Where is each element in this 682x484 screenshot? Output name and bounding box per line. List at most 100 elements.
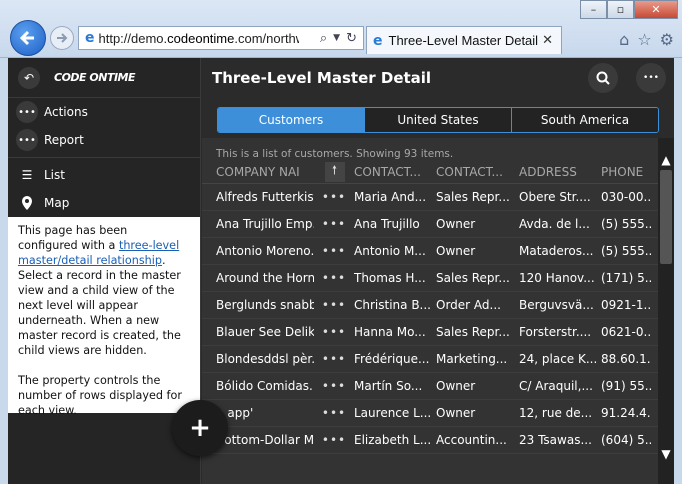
dropdown-icon[interactable]: ▼ xyxy=(333,33,340,43)
table-cell: Thomas H... xyxy=(354,271,426,285)
back-icon[interactable]: ↶ xyxy=(18,66,40,89)
sidebar-header: ↶ CODE ONTIME xyxy=(8,58,200,98)
row-more-icon[interactable]: ••• xyxy=(314,190,354,204)
row-more-icon[interactable]: ••• xyxy=(314,433,354,447)
header: Three-Level Master Detail ••• xyxy=(202,58,674,98)
table-cell: Accountin... xyxy=(436,433,507,447)
row-more-icon[interactable]: ••• xyxy=(314,244,354,258)
table-cell: Sales Repr... xyxy=(436,271,510,285)
scroll-up-icon[interactable]: ▲ xyxy=(658,152,674,168)
home-icon[interactable]: ⌂ xyxy=(619,30,629,49)
row-more-icon[interactable]: ••• xyxy=(314,406,354,420)
table-cell: Sales Repr... xyxy=(436,325,510,339)
view-tabs: Customers United States South America xyxy=(217,107,659,133)
table-cell: Frédérique... xyxy=(354,352,430,366)
table-row[interactable]: Bottom-Dollar M...•••Elizabeth L... Accou… xyxy=(202,427,658,454)
table-row[interactable]: Around the Horn ••• Thomas H... Sales Repr.… xyxy=(202,265,658,292)
table-cell: Blondesddsl pèr... xyxy=(216,352,314,366)
table-cell: Marketing... xyxy=(436,352,508,366)
column-header[interactable]: CONTACT... xyxy=(354,165,436,179)
row-more-icon[interactable]: ••• xyxy=(314,271,354,285)
column-header[interactable]: CONTACT... xyxy=(436,165,519,179)
table-cell: Ana Trujillo Emp... xyxy=(216,217,314,231)
row-more-icon[interactable]: ••• xyxy=(314,298,354,312)
back-button[interactable] xyxy=(10,20,46,56)
close-tab-icon[interactable]: ✕ xyxy=(542,33,553,48)
row-more-icon[interactable]: ••• xyxy=(314,325,354,339)
sidebar-item-actions[interactable]: ••• Actions xyxy=(8,98,200,126)
table-cell: Obere Str.... xyxy=(519,190,591,204)
star-icon[interactable]: ☆ xyxy=(637,30,651,49)
grid-header: COMPANY NAI 🠕 CONTACT... CONTACT... ADDR… xyxy=(202,160,658,184)
gear-icon[interactable]: ⚙ xyxy=(660,30,674,49)
table-cell: Owner xyxy=(436,379,476,393)
tab-south-america[interactable]: South America xyxy=(511,108,658,132)
table-row[interactable]: Berglunds snabb...•••Christina B... Order… xyxy=(202,292,658,319)
scroll-down-icon[interactable]: ▼ xyxy=(658,446,674,462)
tab-customers[interactable]: Customers xyxy=(218,108,364,132)
table-row[interactable]: Alfreds Futterkiste•••Maria And... Sales … xyxy=(202,184,658,211)
browser-chrome: e http://demo.codeontime.com/northw ⌕ ▼ … xyxy=(0,0,682,58)
table-cell: Christina B... xyxy=(354,298,431,312)
table-cell: Blauer See Delik... xyxy=(216,325,314,339)
scrollbar[interactable]: ▲ ▼ xyxy=(658,138,674,484)
browser-tab[interactable]: e Three-Level Master Detail ✕ xyxy=(366,26,562,54)
scroll-thumb[interactable] xyxy=(660,170,672,264)
sidebar-item-list[interactable]: ☰ List xyxy=(8,161,200,189)
sidebar-item-report[interactable]: ••• Report xyxy=(8,126,200,154)
page-description: This page has been configured with a thr… xyxy=(8,217,200,417)
table-cell: Owner xyxy=(436,244,476,258)
row-more-icon[interactable]: ••• xyxy=(314,217,354,231)
more-icon: ••• xyxy=(16,129,38,151)
arrow-left-icon xyxy=(19,30,34,46)
table-row[interactable]: Bólido Comidas... ••• Martín So... Owner C/ … xyxy=(202,373,658,400)
search-icon xyxy=(596,71,610,85)
tab-united-states[interactable]: United States xyxy=(364,108,511,132)
sort-button[interactable]: 🠕 xyxy=(314,161,354,182)
table-row[interactable]: Ana Trujillo Emp... ••• Ana Trujillo Owner A… xyxy=(202,211,658,238)
tab-title: Three-Level Master Detail xyxy=(388,33,539,48)
more-button[interactable]: ••• xyxy=(636,63,666,93)
table-cell: 12, rue de... xyxy=(519,406,593,420)
divider xyxy=(8,157,200,158)
logo: CODE ONTIME xyxy=(54,71,136,84)
list-icon: ☰ xyxy=(21,168,33,182)
table-cell: Berglunds snabb... xyxy=(216,298,314,312)
table-cell: 0621-0... xyxy=(601,325,651,339)
refresh-icon[interactable]: ↻ xyxy=(346,31,357,46)
arrow-right-icon xyxy=(57,33,68,43)
column-header[interactable]: ADDRESS xyxy=(519,165,601,179)
search-icon[interactable]: ⌕ xyxy=(320,31,327,46)
table-cell: Maria And... xyxy=(354,190,427,204)
address-bar[interactable]: e http://demo.codeontime.com/northw ⌕ ▼ … xyxy=(78,26,364,50)
table-row[interactable]: Blauer See Delik...•••Hanna Mo... Sales R… xyxy=(202,319,658,346)
table-cell: 120 Hanov... xyxy=(519,271,595,285)
row-more-icon[interactable]: ••• xyxy=(314,379,354,393)
table-cell: (604) 5... xyxy=(601,433,651,447)
table-cell: (5) 555... xyxy=(601,244,651,258)
ie-icon: e xyxy=(85,30,95,46)
search-button[interactable] xyxy=(588,63,618,93)
table-cell: Hanna Mo... xyxy=(354,325,426,339)
row-more-icon[interactable]: ••• xyxy=(314,352,354,366)
table-row[interactable]: Antonio Moreno... ••• Antonio M... Owner Mat… xyxy=(202,238,658,265)
table-cell: Bólido Comidas... xyxy=(216,379,314,393)
forward-button[interactable] xyxy=(50,26,74,50)
maximize-button[interactable]: ▫ xyxy=(607,0,634,19)
table-cell: Laurence L... xyxy=(354,406,432,420)
browser-tools: ⌂ ☆ ⚙ xyxy=(619,30,674,49)
column-header[interactable]: COMPANY NAI xyxy=(216,165,314,179)
plus-icon: + xyxy=(189,413,211,443)
table-cell: Martín So... xyxy=(354,379,423,393)
close-window-button[interactable]: ✕ xyxy=(634,0,678,19)
table-cell: (91) 55... xyxy=(601,379,651,393)
column-header[interactable]: PHONE xyxy=(601,165,651,179)
table-cell: Sales Repr... xyxy=(436,190,510,204)
table-row[interactable]: n app' ••• Laurence L... Owner 12, rue de...… xyxy=(202,400,658,427)
minimize-button[interactable]: – xyxy=(580,0,607,19)
add-button[interactable]: + xyxy=(172,400,228,456)
table-row[interactable]: Blondesddsl pèr... ••• Frédérique... Market… xyxy=(202,346,658,373)
table-cell: C/ Araquil,... xyxy=(519,379,593,393)
grid-body: Alfreds Futterkiste•••Maria And...Sales … xyxy=(202,184,658,454)
sidebar-item-map[interactable]: Map xyxy=(8,189,200,217)
